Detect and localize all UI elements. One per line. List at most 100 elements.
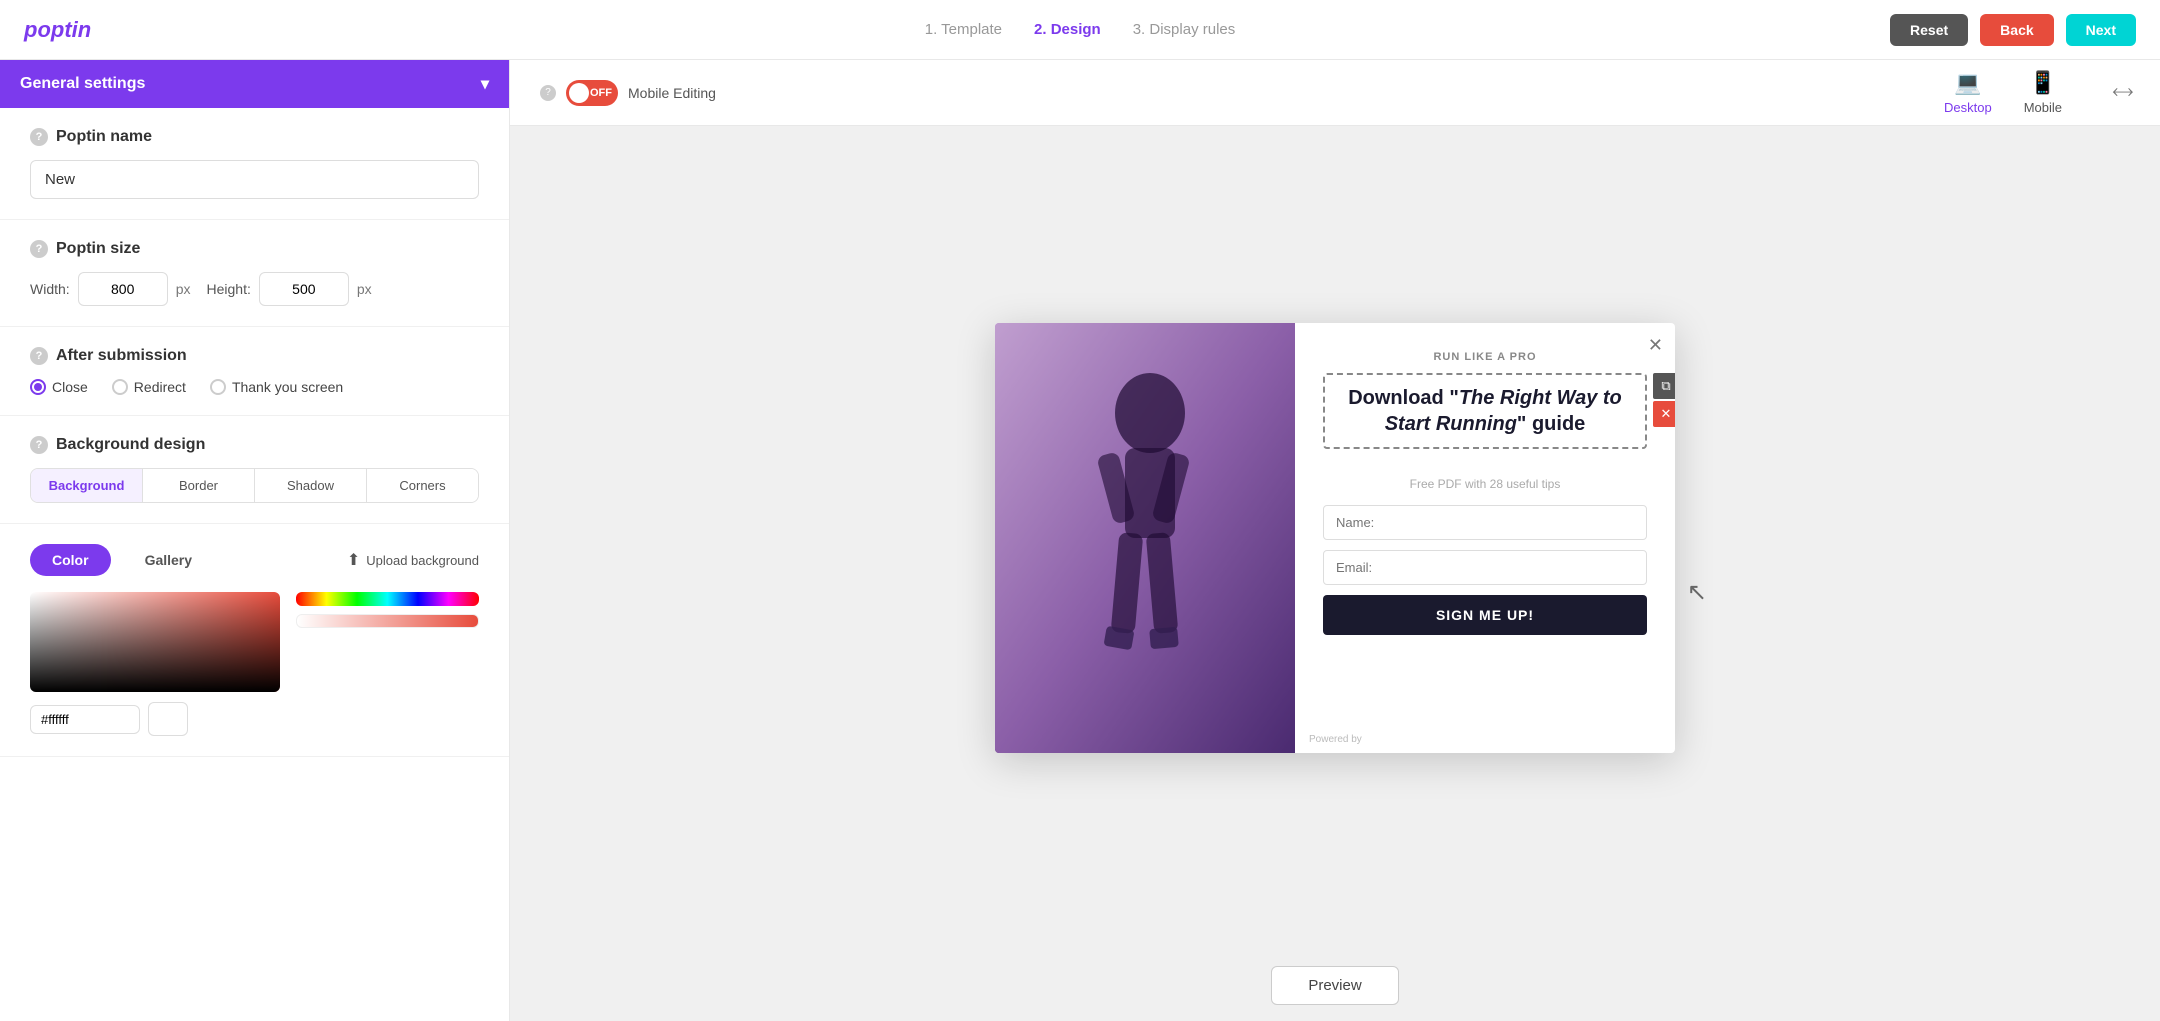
radio-dot-redirect — [112, 379, 128, 395]
popup-close-button[interactable]: ✕ — [1648, 335, 1663, 356]
design-tabs: Background Border Shadow Corners — [30, 468, 479, 503]
device-tabs: 💻 Desktop 📱 Mobile ⤢ — [1944, 70, 2130, 115]
cursor-indicator: ↖ — [1687, 578, 1707, 607]
steps-nav: 1. Template 2. Design 3. Display rules — [925, 21, 1236, 38]
general-settings-header[interactable]: General settings ▾ — [0, 60, 509, 108]
radio-redirect-label: Redirect — [134, 379, 186, 395]
hex-row — [30, 702, 479, 736]
step-template[interactable]: 1. Template — [925, 21, 1002, 38]
header-buttons: Reset Back Next — [1890, 14, 2136, 46]
color-swatch[interactable] — [148, 702, 188, 736]
help-icon-bg[interactable]: ? — [30, 436, 48, 454]
rainbow-bar[interactable] — [296, 592, 479, 606]
desktop-icon: 💻 — [1954, 70, 1981, 96]
width-input[interactable] — [78, 272, 168, 306]
upload-background-btn[interactable]: ⬆ Upload background — [347, 550, 479, 570]
toolbar: ? OFF Mobile Editing 💻 Desktop 📱 Mobile … — [510, 60, 2160, 126]
height-label: Height: — [206, 281, 250, 297]
reset-button[interactable]: Reset — [1890, 14, 1968, 46]
left-panel: General settings ▾ ? Poptin name ? Popti… — [0, 60, 510, 1021]
size-row: Width: px Height: px — [30, 272, 479, 306]
popup-title: Download "The Right Way to Start Running… — [1339, 385, 1631, 437]
width-group: Width: px — [30, 272, 190, 306]
height-group: Height: px — [206, 272, 371, 306]
radio-thank-you[interactable]: Thank you screen — [210, 379, 343, 395]
general-settings-title: General settings — [20, 75, 145, 93]
desktop-tab[interactable]: 💻 Desktop — [1944, 70, 1992, 115]
mobile-editing-toggle[interactable]: OFF — [566, 80, 618, 106]
step-design[interactable]: 2. Design — [1034, 21, 1101, 38]
powered-by: Powered by — [1309, 734, 1362, 745]
help-icon-size[interactable]: ? — [30, 240, 48, 258]
width-label: Width: — [30, 281, 70, 297]
poptin-name-input[interactable] — [30, 160, 479, 199]
background-design-section: ? Background design Background Border Sh… — [0, 416, 509, 524]
poptin-size-section: ? Poptin size Width: px Height: px — [0, 220, 509, 327]
next-button[interactable]: Next — [2066, 14, 2136, 46]
right-panel: ? OFF Mobile Editing 💻 Desktop 📱 Mobile … — [510, 60, 2160, 1021]
upload-icon: ⬆ — [347, 550, 360, 570]
chevron-down-icon: ▾ — [481, 74, 489, 94]
title-action-buttons: ⧉ ✕ — [1653, 373, 1675, 427]
popup-name-input[interactable] — [1323, 505, 1647, 540]
radio-group: Close Redirect Thank you screen — [30, 379, 479, 395]
popup-subtitle: RUN LIKE A PRO — [1323, 351, 1647, 363]
tab-shadow[interactable]: Shadow — [255, 469, 367, 502]
preview-area: ✕ RUN LIKE A PRO Download "The Right Way… — [510, 126, 2160, 950]
logo: poptin — [24, 17, 91, 43]
popup-content: ✕ RUN LIKE A PRO Download "The Right Way… — [1295, 323, 1675, 753]
back-button[interactable]: Back — [1980, 14, 2053, 46]
mobile-icon: 📱 — [2029, 70, 2056, 96]
color-gallery-section: Color Gallery ⬆ Upload background — [0, 524, 509, 757]
popup-title-wrapper: Download "The Right Way to Start Running… — [1323, 373, 1647, 463]
popup-submit-button[interactable]: SIGN ME UP! — [1323, 595, 1647, 635]
popup-image — [995, 323, 1295, 753]
help-icon[interactable]: ? — [30, 128, 48, 146]
mobile-editing-group: ? OFF Mobile Editing — [540, 80, 716, 106]
radio-thank-you-label: Thank you screen — [232, 379, 343, 395]
after-submission-section: ? After submission Close Redirect Thank … — [0, 327, 509, 416]
bg-options-row: Color Gallery ⬆ Upload background — [30, 544, 479, 576]
preview-btn-row: Preview — [1255, 950, 1414, 1021]
color-bars — [296, 592, 479, 692]
color-gradient[interactable] — [30, 592, 280, 692]
tab-border[interactable]: Border — [143, 469, 255, 502]
hex-input[interactable] — [30, 705, 140, 734]
radio-dot-close — [30, 379, 46, 395]
tab-background[interactable]: Background — [31, 469, 143, 502]
height-input[interactable] — [259, 272, 349, 306]
step-display-rules[interactable]: 3. Display rules — [1133, 21, 1236, 38]
expand-icon[interactable]: ⤢ — [2108, 79, 2136, 107]
help-icon-mobile[interactable]: ? — [540, 85, 556, 101]
color-picker — [30, 592, 479, 692]
header: poptin 1. Template 2. Design 3. Display … — [0, 0, 2160, 60]
mobile-label: Mobile — [2024, 100, 2062, 115]
tab-corners[interactable]: Corners — [367, 469, 478, 502]
radio-close[interactable]: Close — [30, 379, 88, 395]
poptin-name-section: ? Poptin name — [0, 108, 509, 220]
color-option[interactable]: Color — [30, 544, 111, 576]
preview-button[interactable]: Preview — [1271, 966, 1398, 1005]
main-layout: General settings ▾ ? Poptin name ? Popti… — [0, 60, 2160, 1021]
copy-title-button[interactable]: ⧉ — [1653, 373, 1675, 399]
radio-dot-thank-you — [210, 379, 226, 395]
upload-label: Upload background — [366, 553, 479, 568]
toggle-knob — [569, 83, 589, 103]
mobile-tab[interactable]: 📱 Mobile — [2024, 70, 2062, 115]
athlete-svg — [995, 323, 1295, 753]
popup-title-italic: The Right Way to Start Running — [1385, 387, 1622, 435]
delete-title-button[interactable]: ✕ — [1653, 401, 1675, 427]
desktop-label: Desktop — [1944, 100, 1992, 115]
radio-redirect[interactable]: Redirect — [112, 379, 186, 395]
popup-email-input[interactable] — [1323, 550, 1647, 585]
popup-title-box[interactable]: Download "The Right Way to Start Running… — [1323, 373, 1647, 449]
help-icon-submission[interactable]: ? — [30, 347, 48, 365]
gallery-option[interactable]: Gallery — [123, 544, 214, 576]
toggle-off-text: OFF — [590, 87, 612, 99]
background-design-label: ? Background design — [30, 436, 479, 454]
height-unit: px — [357, 281, 372, 297]
width-unit: px — [176, 281, 191, 297]
poptin-name-label: ? Poptin name — [30, 128, 479, 146]
alpha-bar[interactable] — [296, 614, 479, 628]
popup-description: Free PDF with 28 useful tips — [1323, 477, 1647, 491]
